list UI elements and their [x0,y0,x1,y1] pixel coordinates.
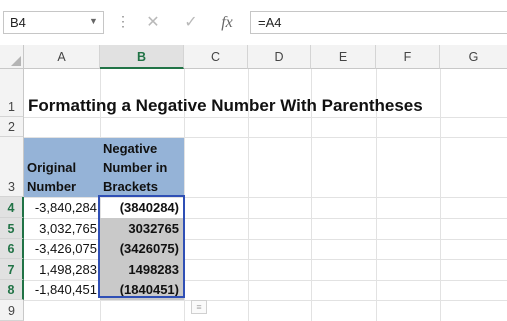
selection-border [98,195,185,298]
cell-a6[interactable]: -3,426,075 [24,241,99,256]
header-b-line3: Brackets [103,179,158,194]
header-a-line2: Number [27,179,77,194]
name-box-value: B4 [10,15,26,30]
column-header-a[interactable]: A [24,45,100,69]
gridline [24,300,507,301]
quick-analysis-icon[interactable]: ≡ [191,300,207,314]
sheet-title: Formatting a Negative Number With Parent… [28,96,423,115]
insert-function-icon[interactable]: fx [212,11,242,34]
header-a-line1: Original [27,160,77,175]
column-header-b[interactable]: B [100,45,184,69]
cancel-icon[interactable]: ✕ [138,11,168,34]
row-header-5[interactable]: 5 [0,218,24,239]
select-all-triangle-icon [11,56,21,66]
cell-a4[interactable]: -3,840,284 [24,200,99,215]
more-options-icon[interactable]: ⋮ [116,13,130,29]
gridline [24,218,507,219]
row-header-4[interactable]: 4 [0,197,24,218]
gridline [24,239,507,240]
row-header-9[interactable]: 9 [0,300,24,321]
row-header-1[interactable]: 1 [0,69,24,117]
row-header-8[interactable]: 8 [0,280,24,300]
column-header-e[interactable]: E [311,45,376,69]
row-header-2[interactable]: 2 [0,117,24,137]
formula-input[interactable] [250,11,507,34]
gridline [24,259,507,260]
cell-a5[interactable]: 3,032,765 [24,221,99,236]
row-header-6[interactable]: 6 [0,239,24,259]
confirm-icon[interactable]: ✓ [176,11,206,34]
column-header-g[interactable]: G [440,45,507,69]
header-b-line2: Number in [103,160,168,175]
row-header-7[interactable]: 7 [0,259,24,280]
chevron-down-icon[interactable]: ▼ [89,16,98,26]
row-header-3[interactable]: 3 [0,137,24,197]
column-header-d[interactable]: D [248,45,311,69]
formula-value: =A4 [258,15,282,30]
gridline [440,69,441,321]
column-header-f[interactable]: F [376,45,440,69]
gridline [24,280,507,281]
cell-a8[interactable]: -1,840,451 [24,282,99,297]
cell-a7[interactable]: 1,498,283 [24,262,99,277]
header-b-line1: Negative [103,141,158,156]
gridline [24,197,507,198]
column-header-c[interactable]: C [184,45,248,69]
gridline [24,117,507,118]
